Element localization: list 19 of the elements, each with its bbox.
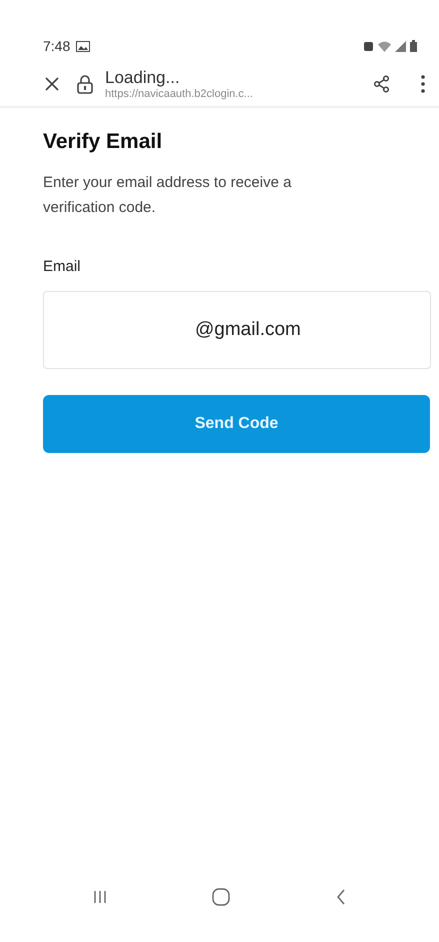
close-icon[interactable] [44, 76, 60, 92]
battery-icon [410, 40, 417, 52]
back-icon[interactable] [336, 889, 346, 905]
lock-icon [77, 74, 93, 94]
form-description: Enter your email address to receive a verification code. [43, 173, 292, 218]
page-url: https://navicaauth.b2clogin.c... [105, 88, 254, 100]
image-icon [76, 40, 90, 52]
clock-time: 7:48 [43, 38, 70, 54]
wifi-icon [378, 40, 391, 52]
form-title: Verify Email [43, 130, 164, 154]
email-label: Email [43, 258, 82, 275]
page-title: Loading... [105, 68, 181, 88]
share-icon[interactable] [373, 75, 391, 93]
home-icon[interactable] [212, 888, 230, 906]
more-options-icon[interactable] [421, 75, 425, 93]
signal-icon [395, 40, 406, 52]
email-field[interactable]: @gmail.com [43, 291, 431, 369]
recent-apps-icon[interactable] [92, 890, 107, 904]
alarm-icon [363, 40, 374, 52]
